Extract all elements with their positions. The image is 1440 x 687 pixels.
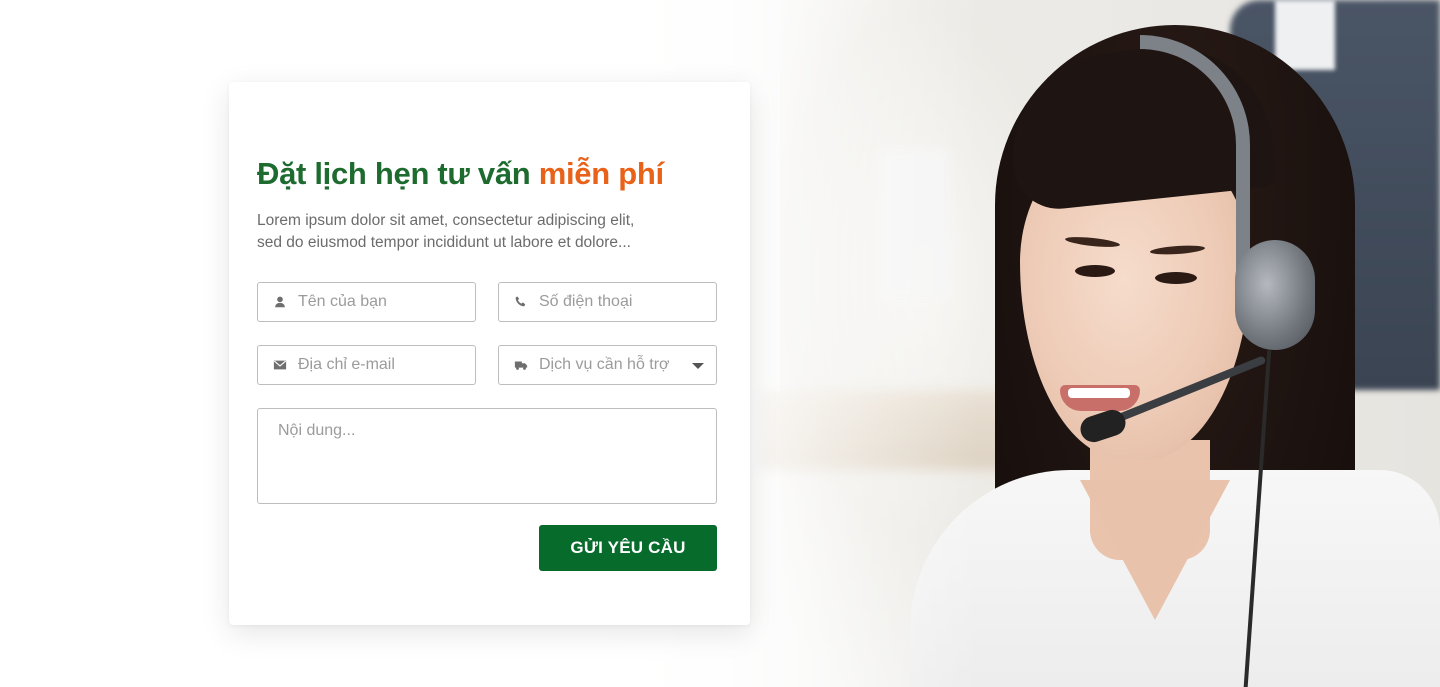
headset-earcup [1235, 240, 1315, 350]
phone-placeholder: Số điện thoại [539, 293, 633, 310]
service-placeholder: Dịch vụ cần hỗ trợ [539, 356, 670, 373]
form-description-line1: Lorem ipsum dolor sit amet, consectetur … [257, 212, 635, 229]
envelope-icon [272, 357, 288, 373]
support-agent-photo [900, 10, 1440, 687]
email-input[interactable]: Địa chỉ e-mail [257, 345, 476, 385]
consultation-form-card: Đặt lịch hẹn tư vấn miễn phí Lorem ipsum… [229, 82, 750, 625]
form-description-line2: sed do eiusmod tempor incididunt ut labo… [257, 234, 631, 251]
submit-button[interactable]: GỬI YÊU CẦU [539, 525, 717, 571]
truck-icon [513, 357, 529, 373]
message-placeholder: Nội dung... [278, 422, 356, 439]
form-title-accent: miễn phí [538, 156, 664, 191]
user-icon [272, 294, 288, 310]
form-description: Lorem ipsum dolor sit amet, consectetur … [257, 210, 687, 254]
form-title-main: Đặt lịch hẹn tư vấn [257, 156, 531, 191]
form-title: Đặt lịch hẹn tư vấn miễn phí [257, 156, 664, 192]
caret-down-icon[interactable] [692, 363, 704, 369]
name-placeholder: Tên của bạn [298, 293, 387, 310]
phone-icon [513, 294, 529, 310]
email-placeholder: Địa chỉ e-mail [298, 356, 395, 373]
service-select[interactable]: Dịch vụ cần hỗ trợ [498, 345, 717, 385]
message-textarea[interactable]: Nội dung... [257, 408, 717, 504]
name-input[interactable]: Tên của bạn [257, 282, 476, 322]
phone-input[interactable]: Số điện thoại [498, 282, 717, 322]
